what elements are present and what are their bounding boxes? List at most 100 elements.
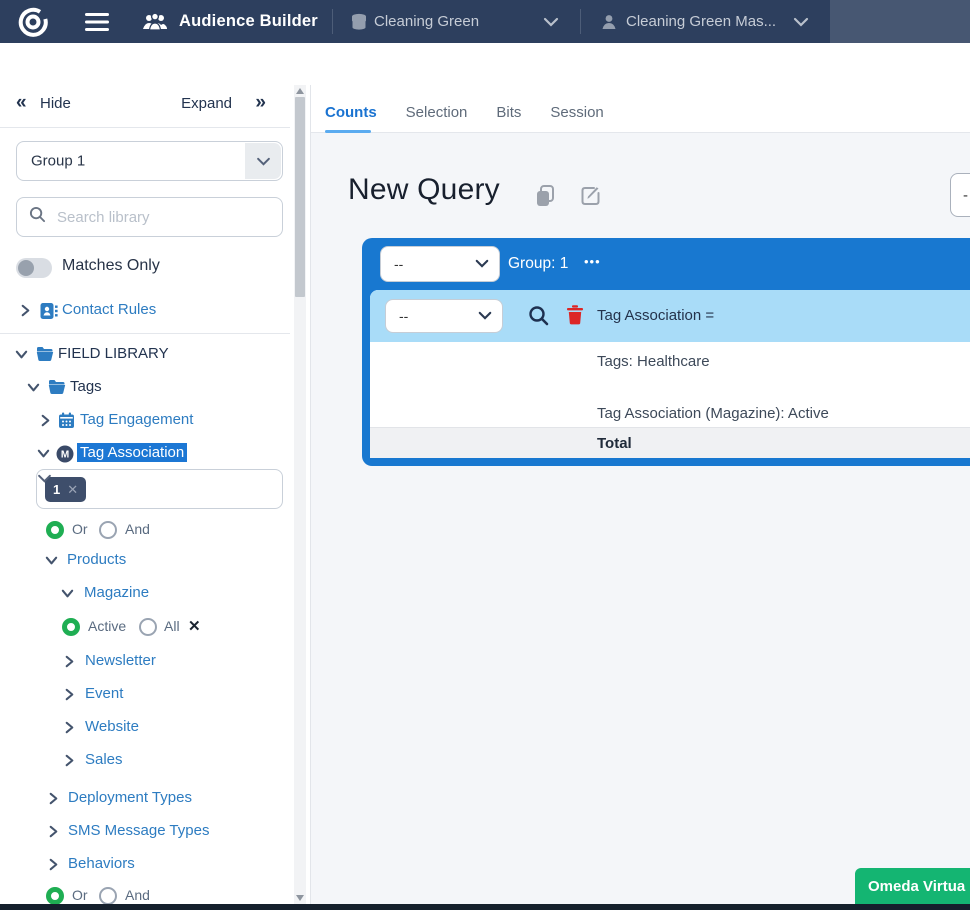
calendar-icon: [58, 412, 76, 430]
tree-item-event[interactable]: Event: [0, 684, 290, 706]
chevron-right-icon[interactable]: [46, 857, 62, 873]
chevron-down-icon[interactable]: [793, 0, 809, 43]
tree-item-sms-message-types[interactable]: SMS Message Types: [0, 821, 290, 843]
user-icon: [600, 0, 618, 43]
tag-value-select[interactable]: 1 ✕: [36, 469, 283, 509]
search-icon: [29, 206, 46, 228]
tree-item-tag-association[interactable]: M Tag Association: [0, 443, 290, 465]
chevron-down-icon[interactable]: [37, 470, 52, 488]
chevron-down-icon[interactable]: [44, 553, 60, 569]
app-title: Audience Builder: [179, 0, 318, 43]
result-row: Tags: Healthcare: [597, 353, 710, 370]
total-label: Total: [597, 435, 632, 452]
collapse-icon[interactable]: «: [16, 93, 27, 112]
hamburger-menu-icon[interactable]: [84, 0, 110, 43]
group-header: -- Group: 1 •••: [362, 238, 970, 290]
tab-counts[interactable]: Counts: [325, 104, 377, 121]
group-select-value: Group 1: [31, 153, 85, 170]
search-input[interactable]: [57, 198, 257, 236]
omeda-logo[interactable]: [18, 0, 48, 43]
library-search: [16, 197, 283, 237]
sidebar-scrollbar[interactable]: [294, 85, 306, 910]
chevron-right-icon[interactable]: [46, 824, 62, 840]
tree-item-tags[interactable]: Tags: [0, 377, 290, 399]
folder-icon: [36, 346, 54, 364]
hide-button[interactable]: Hide: [40, 95, 71, 112]
tree-item-tag-engagement[interactable]: Tag Engagement: [0, 410, 290, 432]
condition-operator-select[interactable]: --: [385, 299, 503, 333]
condition-operator-value: --: [399, 308, 408, 324]
chat-button-label: Omeda Virtua: [868, 878, 965, 895]
tree-item-behaviors[interactable]: Behaviors: [0, 854, 290, 876]
chevron-down-icon[interactable]: [14, 347, 30, 363]
omeda-virtual-assistant-button[interactable]: Omeda Virtua: [855, 868, 970, 904]
expand-button[interactable]: Expand: [181, 95, 232, 112]
query-actions-partial-control[interactable]: -: [950, 173, 970, 217]
tree-item-products[interactable]: Products: [0, 550, 290, 572]
nav-divider: [580, 9, 581, 34]
matches-only-toggle[interactable]: [16, 258, 52, 278]
tree-item-contact-rules[interactable]: Contact Rules: [0, 300, 290, 322]
condition-row: -- Tag Ass: [370, 290, 970, 342]
group-operator-select[interactable]: --: [380, 246, 500, 282]
remove-chip-icon[interactable]: ✕: [67, 482, 78, 498]
tab-session[interactable]: Session: [550, 104, 603, 121]
chevron-down-icon[interactable]: [245, 143, 281, 179]
tree-item-label: Newsletter: [85, 652, 156, 669]
scroll-down-icon[interactable]: [296, 895, 304, 901]
group-panel: -- Tag Ass: [370, 290, 970, 458]
chevron-right-icon[interactable]: [62, 753, 78, 769]
tab-selection[interactable]: Selection: [406, 104, 468, 121]
tree-item-label: Event: [85, 685, 123, 702]
tab-bar: Counts Selection Bits Session: [310, 43, 970, 133]
trash-icon[interactable]: [566, 304, 584, 330]
database-selector[interactable]: Cleaning Green: [374, 0, 479, 43]
tree-item-sales[interactable]: Sales: [0, 750, 290, 772]
close-icon[interactable]: ✕: [188, 617, 201, 635]
and-radio[interactable]: [99, 887, 117, 905]
or-radio[interactable]: [46, 521, 64, 539]
expand-icon[interactable]: »: [255, 93, 266, 112]
total-row: Total: [370, 427, 970, 458]
tree-item-label: Website: [85, 718, 139, 735]
tree-item-field-library[interactable]: FIELD LIBRARY: [0, 344, 290, 366]
audience-icon: [141, 0, 169, 43]
chip-value: 1: [53, 482, 60, 497]
chevron-right-icon[interactable]: [62, 720, 78, 736]
chevron-right-icon[interactable]: [62, 654, 78, 670]
or-and-radio-group: Or And: [0, 520, 290, 542]
active-radio[interactable]: [62, 618, 80, 636]
and-label: And: [125, 521, 150, 537]
tree-item-deployment-types[interactable]: Deployment Types: [0, 788, 290, 810]
tree-item-newsletter[interactable]: Newsletter: [0, 651, 290, 673]
tree-item-website[interactable]: Website: [0, 717, 290, 739]
scroll-up-icon[interactable]: [296, 88, 304, 94]
chevron-right-icon[interactable]: [62, 687, 78, 703]
chevron-down-icon[interactable]: [60, 586, 76, 602]
tree-item-magazine[interactable]: Magazine: [0, 583, 290, 605]
all-radio[interactable]: [139, 618, 157, 636]
navbar-right-segment: [830, 0, 970, 43]
chevron-right-icon[interactable]: [46, 791, 62, 807]
chevron-down-icon: [475, 255, 489, 273]
group-select[interactable]: Group 1: [16, 141, 283, 181]
search-icon[interactable]: [528, 305, 549, 331]
tab-bits[interactable]: Bits: [496, 104, 521, 121]
chevron-right-icon[interactable]: [18, 303, 34, 319]
chevron-right-icon[interactable]: [38, 413, 54, 429]
tree-item-label: Deployment Types: [68, 789, 192, 806]
divider: [0, 127, 290, 128]
chevron-down-icon[interactable]: [543, 0, 559, 43]
tree-item-label: Contact Rules: [62, 301, 156, 318]
or-radio[interactable]: [46, 887, 64, 905]
chevron-down-icon[interactable]: [36, 446, 52, 462]
copy-icon[interactable]: [535, 185, 557, 207]
group-menu-icon[interactable]: •••: [584, 254, 601, 269]
and-radio[interactable]: [99, 521, 117, 539]
profile-selector[interactable]: Cleaning Green Mas...: [626, 0, 776, 43]
chevron-down-icon[interactable]: [26, 380, 42, 396]
window-bottom-edge: [0, 904, 970, 910]
scrollbar-thumb[interactable]: [295, 97, 305, 297]
query-group-card: -- Group: 1 ••• --: [362, 238, 970, 466]
edit-icon[interactable]: [580, 185, 602, 207]
